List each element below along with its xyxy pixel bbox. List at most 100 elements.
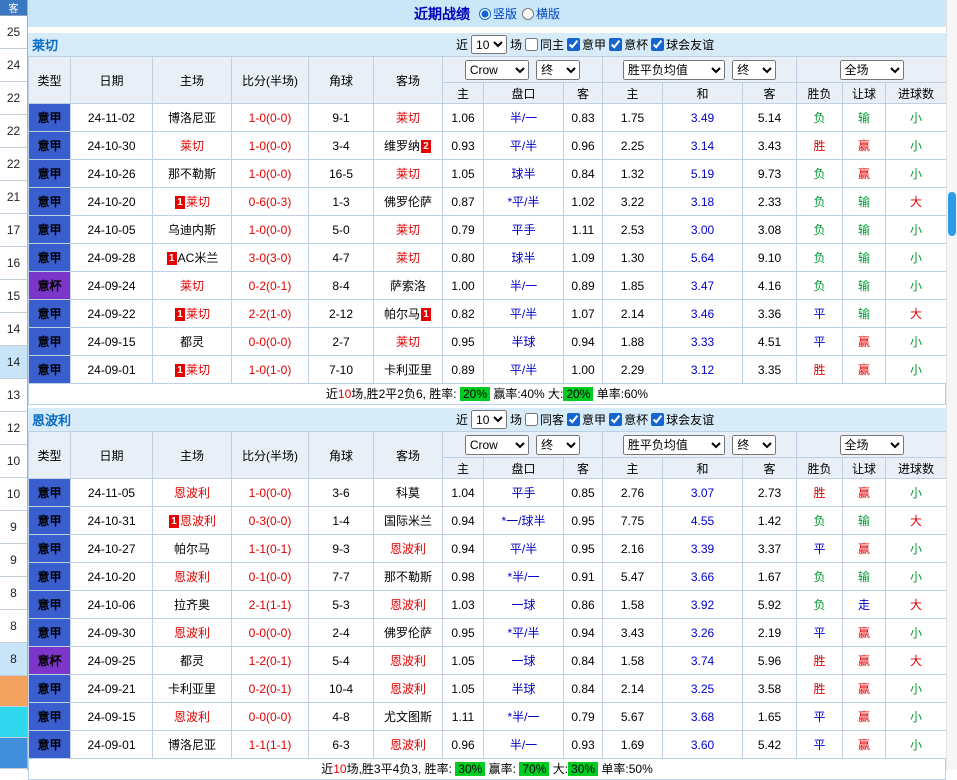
competition-badge: 意甲 (29, 591, 71, 619)
layout-radio-horizontal[interactable]: 横版 (522, 5, 560, 22)
away-team-name: 维罗纳 (384, 139, 420, 153)
avg-home-cell: 3.43 (603, 619, 663, 647)
handicap-cell: 半球 (484, 328, 564, 356)
filter-serie-a-checkbox[interactable] (567, 413, 580, 426)
avg-draw-cell: 3.92 (663, 591, 743, 619)
team-name[interactable]: 恩波利 (32, 410, 71, 429)
match-date: 24-09-21 (71, 675, 153, 703)
home-team-name: 恩波利 (180, 514, 216, 528)
handicap-cell: 半/一 (484, 104, 564, 132)
vertical-scrollbar[interactable] (946, 0, 957, 770)
team-section-lecce: 莱切 近 10 场 同主意甲意杯球会友谊 类型 (28, 33, 946, 405)
corner-cell: 5-3 (309, 591, 374, 619)
filter-same-away[interactable]: 同客 (525, 411, 564, 428)
avg-odds-select[interactable]: 胜平负均值 (623, 60, 725, 80)
goals-cell: 大 (886, 188, 947, 216)
handicap-result-cell: 赢 (843, 132, 886, 160)
competition-badge: 意甲 (29, 188, 71, 216)
away-team-name: 卡利亚里 (384, 363, 432, 377)
avg-away-cell: 2.73 (743, 479, 797, 507)
sidebar-number-list: 25242222222117161514141312101099888 (0, 16, 27, 769)
summary-segment: 近 (326, 387, 338, 401)
match-row: 意甲24-09-01博洛尼亚1-1(1-1)6-3恩波利0.96半/一0.931… (29, 731, 947, 759)
filter-same-home[interactable]: 同主 (525, 36, 564, 53)
odds-final-select[interactable]: 终 (536, 435, 580, 455)
scope-group-header: 全场 (797, 432, 947, 458)
away-team-name: 莱切 (396, 167, 420, 181)
avg-group-header: 胜平负均值 终 (603, 57, 797, 83)
away-team-name: 尤文图斯 (384, 710, 432, 724)
filter-same-home-checkbox[interactable] (525, 38, 538, 51)
filter-serie-a[interactable]: 意甲 (567, 36, 606, 53)
competition-badge: 意甲 (29, 507, 71, 535)
odds-away-cell: 1.07 (564, 300, 603, 328)
col-score: 比分(半场) (232, 57, 309, 104)
away-team-name: 莱切 (396, 335, 420, 349)
filter-same-away-checkbox[interactable] (525, 413, 538, 426)
corner-cell: 2-7 (309, 328, 374, 356)
odds-away-cell: 1.11 (564, 216, 603, 244)
games-label: 场 (510, 411, 522, 428)
home-team-name: 莱切 (180, 139, 204, 153)
handicap-cell: 球半 (484, 244, 564, 272)
sidebar-number: 25 (0, 16, 27, 49)
avg-home-cell: 5.67 (603, 703, 663, 731)
scope-select[interactable]: 全场 (840, 60, 904, 80)
handicap-cell: 半/一 (484, 731, 564, 759)
avg-home-cell: 1.85 (603, 272, 663, 300)
odds-final-select[interactable]: 终 (536, 60, 580, 80)
avg-away-cell: 3.58 (743, 675, 797, 703)
col-home: 主场 (153, 432, 232, 479)
filter-serie-a-checkbox[interactable] (567, 38, 580, 51)
summary-segment: 30% (455, 762, 485, 776)
result-cell: 负 (797, 188, 843, 216)
match-row: 意甲24-09-011莱切1-0(1-0)7-10卡利亚里0.89平/半1.00… (29, 356, 947, 384)
scrollbar-thumb[interactable] (948, 192, 956, 236)
home-team-cell: 恩波利 (153, 479, 232, 507)
sidebar-number: 22 (0, 148, 27, 181)
filters-bar: 近 10 场 同客意甲意杯球会友谊 (456, 410, 717, 429)
filter-serie-a[interactable]: 意甲 (567, 411, 606, 428)
filter-coppa-italia[interactable]: 意杯 (609, 411, 648, 428)
col-away: 客场 (374, 57, 443, 104)
result-cell: 负 (797, 563, 843, 591)
filter-coppa-italia-checkbox[interactable] (609, 413, 622, 426)
handicap-result-cell: 赢 (843, 675, 886, 703)
scope-select[interactable]: 全场 (840, 435, 904, 455)
corner-cell: 7-10 (309, 356, 374, 384)
filter-coppa-italia[interactable]: 意杯 (609, 36, 648, 53)
filter-coppa-italia-checkbox[interactable] (609, 38, 622, 51)
avg-odds-select[interactable]: 胜平负均值 (623, 435, 725, 455)
handicap-cell: 一球 (484, 647, 564, 675)
goals-cell: 大 (886, 591, 947, 619)
competition-badge: 意甲 (29, 535, 71, 563)
bookmaker-select[interactable]: Crow (465, 435, 529, 455)
filter-club-friendly-checkbox[interactable] (651, 413, 664, 426)
result-cell: 负 (797, 272, 843, 300)
home-team-cell: 莱切 (153, 132, 232, 160)
away-team-name: 科莫 (396, 486, 420, 500)
summary-segment: 近 (321, 762, 333, 776)
filter-club-friendly[interactable]: 球会友谊 (651, 411, 714, 428)
near-count-select[interactable]: 10 (471, 410, 507, 429)
col-odds-away: 客 (564, 458, 603, 479)
filter-club-friendly-checkbox[interactable] (651, 38, 664, 51)
odds-away-cell: 0.84 (564, 675, 603, 703)
summary-segment: 赢率: (485, 762, 519, 776)
near-count-select[interactable]: 10 (471, 35, 507, 54)
horizontal-radio-input[interactable] (522, 8, 534, 20)
filter-club-friendly[interactable]: 球会友谊 (651, 36, 714, 53)
result-cell: 负 (797, 104, 843, 132)
avg-final-select[interactable]: 终 (732, 60, 776, 80)
away-team-name: 佛罗伦萨 (384, 626, 432, 640)
bookmaker-select[interactable]: Crow (465, 60, 529, 80)
avg-final-select[interactable]: 终 (732, 435, 776, 455)
team-name[interactable]: 莱切 (32, 35, 58, 54)
vertical-radio-input[interactable] (479, 8, 491, 20)
col-avg-draw: 和 (663, 458, 743, 479)
odds-away-cell: 0.93 (564, 731, 603, 759)
avg-away-cell: 4.16 (743, 272, 797, 300)
layout-radio-vertical[interactable]: 竖版 (479, 5, 517, 22)
match-date: 24-10-06 (71, 591, 153, 619)
left-number-strip: 客 25242222222117161514141312101099888 (0, 0, 28, 770)
